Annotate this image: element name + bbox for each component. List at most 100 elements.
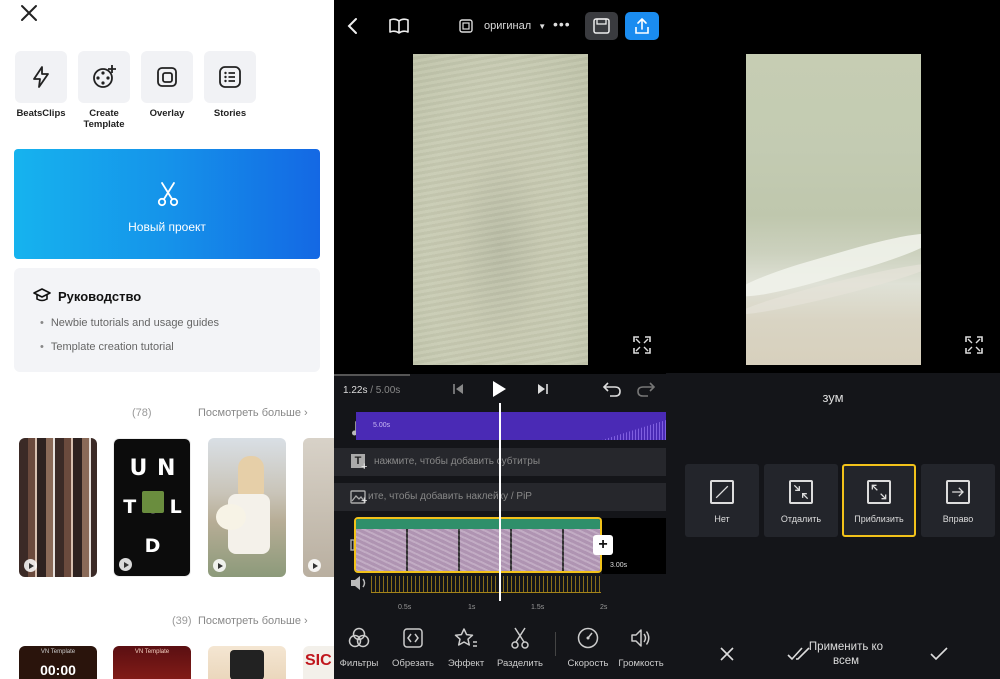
play-icon [308,559,321,572]
confirm-check-icon[interactable] [929,646,949,662]
play-icon [213,559,226,572]
plus-icon: + [361,495,368,507]
tool-label: Stories [213,108,247,119]
time-tick: 1s [468,604,476,611]
time-tick: 0.5s [398,604,412,611]
aspect-ratio-label: оригинал [484,20,532,32]
redo-icon[interactable] [636,381,656,397]
graduation-cap-icon [33,288,51,302]
see-more-link[interactable]: Посмотреть больше › [198,407,308,419]
add-clip-button[interactable]: + [593,535,613,555]
guide-item[interactable]: Template creation tutorial [40,341,174,353]
audio-track[interactable]: 5.00s [356,412,666,440]
guide-card[interactable]: Руководство Newbie tutorials and usage g… [14,268,320,372]
play-button[interactable] [491,380,507,398]
template-thumbnail[interactable] [208,438,286,577]
skip-start-icon[interactable] [452,383,464,395]
undo-icon[interactable] [602,381,622,397]
cancel-icon[interactable] [719,646,735,662]
time-readout: 1.22s / 5.00s [343,385,400,396]
template-thumbnail[interactable]: U N T O L D S T R Y [113,438,191,577]
tool-label: Эффект [447,658,485,669]
waveform-baseline [371,592,601,593]
tool-effect[interactable]: Эффект [439,627,493,669]
time-current: 1.22s [343,385,368,396]
tool-beatsclips[interactable]: BeatsClips [14,51,68,119]
audio-duration: 5.00s [373,422,391,429]
zoom-option-label: Приблизить [854,514,904,524]
more-options-icon[interactable]: ••• [553,16,571,32]
progress-bar [334,374,410,376]
zoom-option-label: Нет [714,514,730,524]
play-icon [119,558,132,571]
video-preview[interactable] [746,54,921,365]
speed-gauge-icon [577,627,599,649]
close-icon[interactable] [18,2,40,24]
tool-label: Overlay [149,108,185,119]
guide-item[interactable]: Newbie tutorials and usage guides [40,317,219,329]
zoom-option-zoom-out[interactable]: Отдалить [764,464,838,537]
template-thumbnail[interactable]: VN Template 00:00 [19,646,97,679]
book-icon[interactable] [389,18,409,34]
clip-end-time: 3.00s [610,562,628,569]
split-scissors-icon [511,627,529,649]
zoom-title: зум [822,390,844,405]
play-icon [24,559,37,572]
fullscreen-icon[interactable] [965,336,983,354]
slash-icon [710,480,734,504]
zoom-option-none[interactable]: Нет [685,464,759,537]
see-more-link[interactable]: Посмотреть больше › [198,615,308,627]
template-thumbnail[interactable]: VN Template [113,646,191,679]
effect-star-icon [454,628,477,647]
tool-split[interactable]: Разделить [493,627,547,669]
section-count: (78) [132,407,152,419]
plus-icon: + [361,461,368,473]
back-icon[interactable] [346,17,360,35]
tool-trim[interactable]: Обрезать [386,627,440,669]
caret-down-icon: ▼ [538,22,547,31]
template-thumbnail[interactable] [303,438,334,577]
template-thumbnail[interactable] [19,438,97,577]
timer-text: 00:00 [40,662,76,678]
new-project-button[interactable]: Новый проект [14,149,320,259]
video-editor: оригинал ▼ ••• 1.22s / 5.00s 5.00s нажми… [334,0,666,679]
upload-icon [635,18,649,34]
apply-to-all-button[interactable]: Применить ко всем [806,640,886,668]
volume-track-icon[interactable] [350,575,368,591]
audio-waveform [371,576,601,593]
template-badge: VN Template [40,649,76,655]
aspect-ratio-dropdown[interactable]: оригинал ▼ [484,20,546,32]
tool-label: Громкость [618,658,664,669]
playhead[interactable] [499,403,501,601]
save-disk-icon [593,18,610,34]
home-screen: BeatsClips Create Template Overlay Stori… [0,0,334,679]
zoom-out-arrows-icon [789,480,813,504]
tool-overlay[interactable]: Overlay [140,51,194,119]
scissors-icon [157,182,179,207]
zoom-option-right[interactable]: Вправо [921,464,995,537]
section-count: (39) [172,615,192,627]
video-preview[interactable] [413,54,588,365]
zoom-option-label: Вправо [942,514,974,524]
tool-label: Create Template [83,108,125,130]
tool-volume[interactable]: Громкость [614,627,666,669]
new-project-label: Новый проект [128,220,206,234]
zoom-editor: зум Нет Отдалить Приблизить Вправо Приме… [666,0,1000,679]
zoom-option-zoom-in[interactable]: Приблизить [842,464,916,537]
template-thumbnail[interactable] [208,646,286,679]
tool-stories[interactable]: Stories [203,51,257,119]
template-thumbnail[interactable]: SIC [303,646,334,679]
export-button[interactable] [625,12,659,40]
chevron-right-icon: › [304,407,308,419]
aspect-ratio-icon[interactable] [459,19,473,33]
fullscreen-icon[interactable] [633,336,651,354]
filters-icon [348,627,370,648]
video-clip-track[interactable] [354,517,602,573]
see-more-label: Посмотреть больше [198,615,301,627]
tool-create-template[interactable]: Create Template [77,51,131,130]
tool-filters[interactable]: Фильтры [334,627,386,669]
trim-icon [403,628,423,648]
save-button[interactable] [585,12,618,40]
skip-end-icon[interactable] [537,383,549,395]
tool-speed[interactable]: Скорость [561,627,615,669]
